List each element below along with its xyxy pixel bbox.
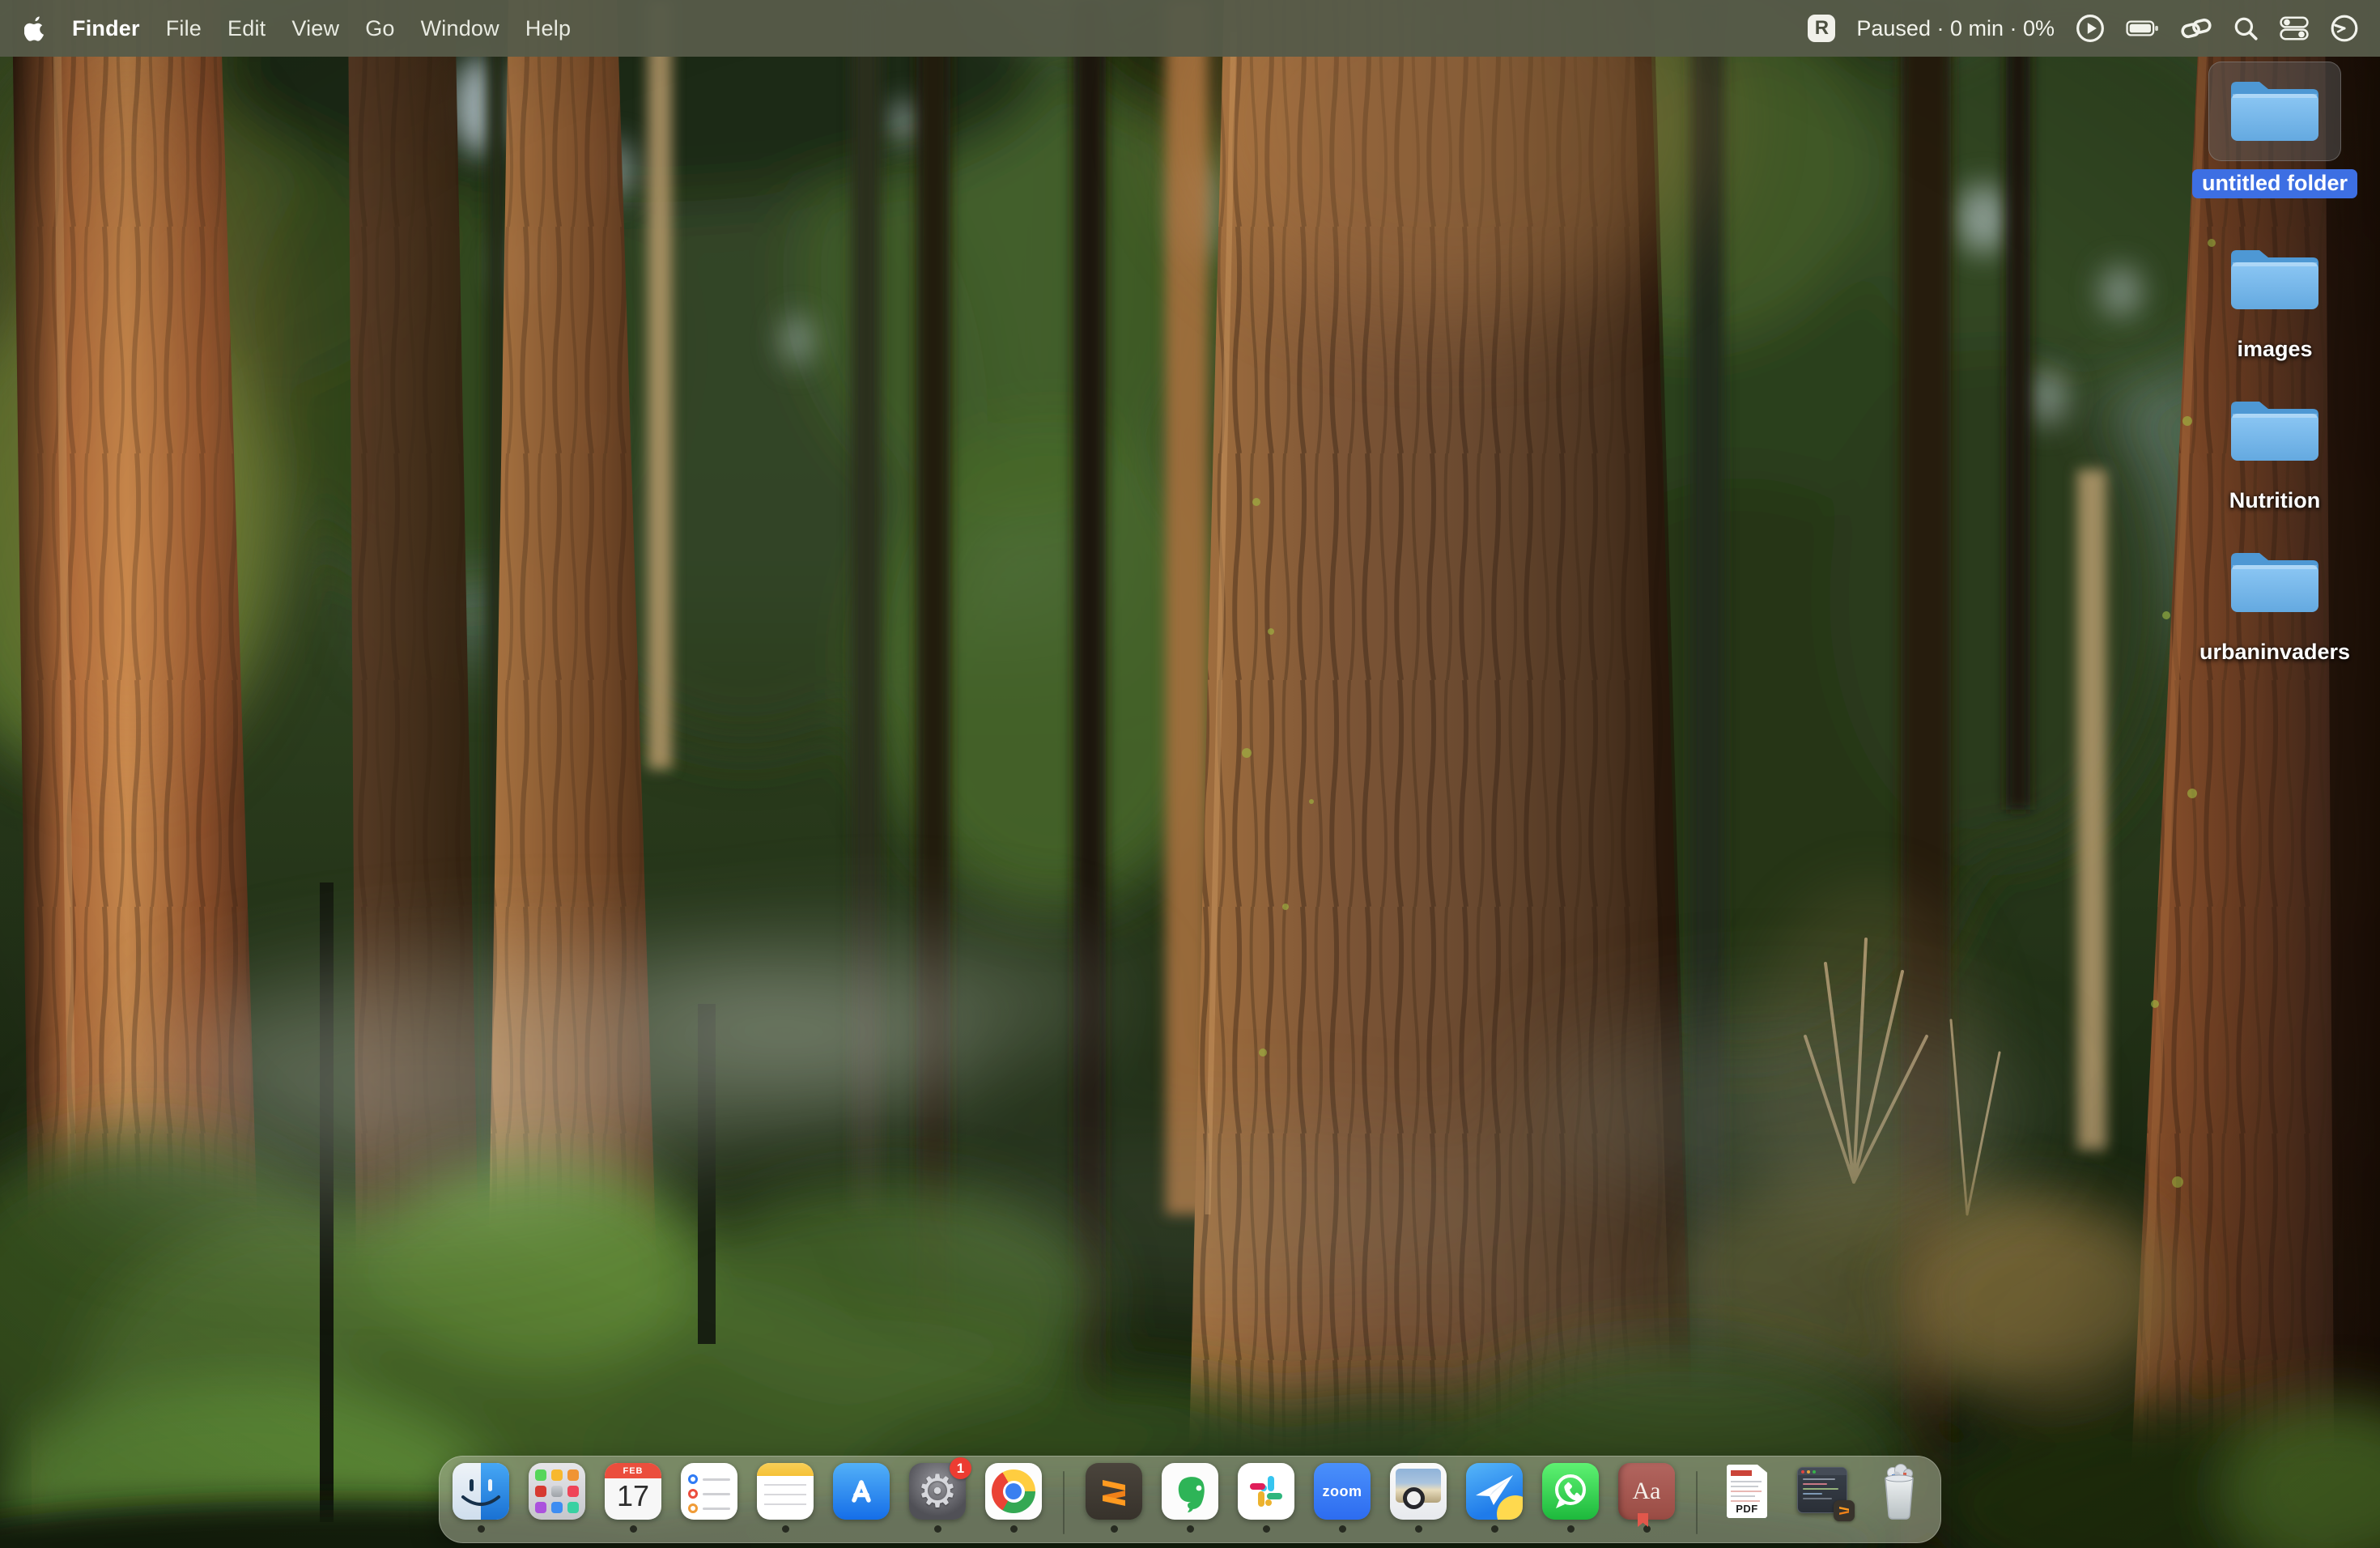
slack-icon bbox=[1238, 1463, 1294, 1520]
running-indicator bbox=[1643, 1525, 1651, 1533]
running-indicator bbox=[1187, 1525, 1194, 1533]
dock-launchpad[interactable] bbox=[529, 1463, 585, 1533]
folder-icon bbox=[2225, 544, 2325, 620]
trash-full-icon bbox=[1871, 1463, 1927, 1520]
dock-notes[interactable] bbox=[757, 1463, 814, 1533]
spark-icon bbox=[1466, 1463, 1523, 1520]
evernote-icon bbox=[1162, 1463, 1218, 1520]
folder-icon bbox=[2225, 393, 2325, 469]
bookmark-ribbon bbox=[1638, 1513, 1648, 1527]
menu-item-finder[interactable]: Finder bbox=[72, 16, 140, 41]
desktop: Finder File Edit View Go Window Help R P… bbox=[0, 0, 2380, 1548]
dock-preview[interactable] bbox=[1390, 1463, 1447, 1533]
dock-separator bbox=[1063, 1471, 1065, 1534]
menu-item-help[interactable]: Help bbox=[525, 16, 571, 41]
running-indicator bbox=[1111, 1525, 1118, 1533]
running-indicator bbox=[1415, 1525, 1422, 1533]
status-app-badge[interactable]: R bbox=[1808, 15, 1835, 42]
spotlight-search-icon[interactable] bbox=[2233, 15, 2259, 41]
dock-zoom[interactable]: zoom bbox=[1314, 1463, 1371, 1533]
folder-label[interactable]: images bbox=[2237, 338, 2312, 362]
play-circle-icon[interactable] bbox=[2076, 14, 2105, 43]
folder-icon bbox=[2225, 73, 2325, 149]
dock-chrome[interactable] bbox=[985, 1463, 1042, 1533]
dock-spark[interactable] bbox=[1466, 1463, 1523, 1533]
dock-separator bbox=[1696, 1471, 1698, 1534]
clock-icon[interactable] bbox=[2330, 14, 2359, 43]
battery-icon[interactable] bbox=[2126, 19, 2160, 37]
dictionary-icon: Aa bbox=[1618, 1463, 1675, 1520]
dock-reminders[interactable] bbox=[681, 1463, 737, 1533]
folder-selection-box bbox=[2208, 62, 2341, 161]
calendar-day: 17 bbox=[605, 1479, 661, 1513]
pdf-label: PDF bbox=[1727, 1503, 1767, 1515]
menu-item-go[interactable]: Go bbox=[365, 16, 394, 41]
whatsapp-icon bbox=[1542, 1463, 1599, 1520]
dock-whatsapp[interactable] bbox=[1542, 1463, 1599, 1533]
preview-icon bbox=[1390, 1463, 1447, 1520]
running-indicator bbox=[630, 1525, 637, 1533]
calendar-month: FEB bbox=[605, 1463, 661, 1478]
link-icon[interactable] bbox=[2181, 16, 2212, 40]
sublime-badge-icon bbox=[1834, 1500, 1855, 1521]
dock-pdf-document[interactable]: PDF bbox=[1719, 1463, 1775, 1533]
dictionary-aa-label: Aa bbox=[1633, 1478, 1661, 1505]
reminders-icon bbox=[681, 1463, 737, 1520]
dock-minimized-window[interactable] bbox=[1795, 1463, 1851, 1533]
dock-dictionary[interactable]: Aa bbox=[1618, 1463, 1675, 1533]
control-center-icon[interactable] bbox=[2280, 16, 2309, 40]
menu-item-edit[interactable]: Edit bbox=[227, 16, 266, 41]
launchpad-icon bbox=[529, 1463, 585, 1520]
menu-item-window[interactable]: Window bbox=[421, 16, 499, 41]
folder-label[interactable]: urbaninvaders bbox=[2199, 640, 2350, 665]
notes-icon bbox=[757, 1463, 814, 1520]
zoom-wordmark: zoom bbox=[1323, 1483, 1362, 1500]
app-store-icon bbox=[833, 1463, 890, 1520]
menu-item-view[interactable]: View bbox=[291, 16, 339, 41]
status-tracker-text[interactable]: Paused · 0 min · 0% bbox=[1856, 16, 2055, 41]
menu-item-file[interactable]: File bbox=[166, 16, 202, 41]
dock-sublime-text[interactable] bbox=[1086, 1463, 1142, 1533]
running-indicator bbox=[478, 1525, 485, 1533]
desktop-wallpaper bbox=[0, 0, 2380, 1548]
sublime-text-icon bbox=[1086, 1463, 1142, 1520]
running-indicator bbox=[1010, 1525, 1018, 1533]
desktop-folder-images[interactable]: images bbox=[2195, 230, 2354, 362]
folder-label[interactable]: untitled folder bbox=[2192, 169, 2357, 198]
pdf-document-icon: PDF bbox=[1719, 1463, 1775, 1520]
menu-bar: Finder File Edit View Go Window Help R P… bbox=[0, 0, 2380, 57]
zoom-icon: zoom bbox=[1314, 1463, 1371, 1520]
desktop-folder-untitled[interactable]: untitled folder bbox=[2195, 62, 2354, 198]
dock-slack[interactable] bbox=[1238, 1463, 1294, 1533]
dock-evernote[interactable] bbox=[1162, 1463, 1218, 1533]
calendar-icon: FEB 17 bbox=[605, 1463, 661, 1520]
dock: FEB 17 1 bbox=[439, 1456, 1941, 1543]
running-indicator bbox=[1263, 1525, 1270, 1533]
dock-calendar[interactable]: FEB 17 bbox=[605, 1463, 661, 1533]
folder-label[interactable]: Nutrition bbox=[2229, 489, 2320, 513]
running-indicator bbox=[934, 1525, 941, 1533]
notification-badge: 1 bbox=[950, 1457, 971, 1479]
finder-icon bbox=[453, 1463, 509, 1520]
running-indicator bbox=[1491, 1525, 1498, 1533]
minimized-window-thumbnail bbox=[1795, 1463, 1851, 1520]
desktop-folder-nutrition[interactable]: Nutrition bbox=[2195, 381, 2354, 513]
apple-logo-icon bbox=[24, 15, 46, 42]
running-indicator bbox=[1339, 1525, 1346, 1533]
dock-trash[interactable] bbox=[1871, 1463, 1927, 1533]
dock-system-settings[interactable]: 1 ⚙ bbox=[909, 1463, 966, 1533]
dock-finder[interactable] bbox=[453, 1463, 509, 1533]
folder-icon bbox=[2225, 241, 2325, 317]
desktop-folder-urbaninvaders[interactable]: urbaninvaders bbox=[2195, 533, 2354, 665]
apple-menu[interactable] bbox=[24, 15, 46, 42]
chrome-icon bbox=[985, 1463, 1042, 1520]
dock-app-store[interactable] bbox=[833, 1463, 890, 1533]
running-indicator bbox=[1567, 1525, 1575, 1533]
running-indicator bbox=[782, 1525, 789, 1533]
